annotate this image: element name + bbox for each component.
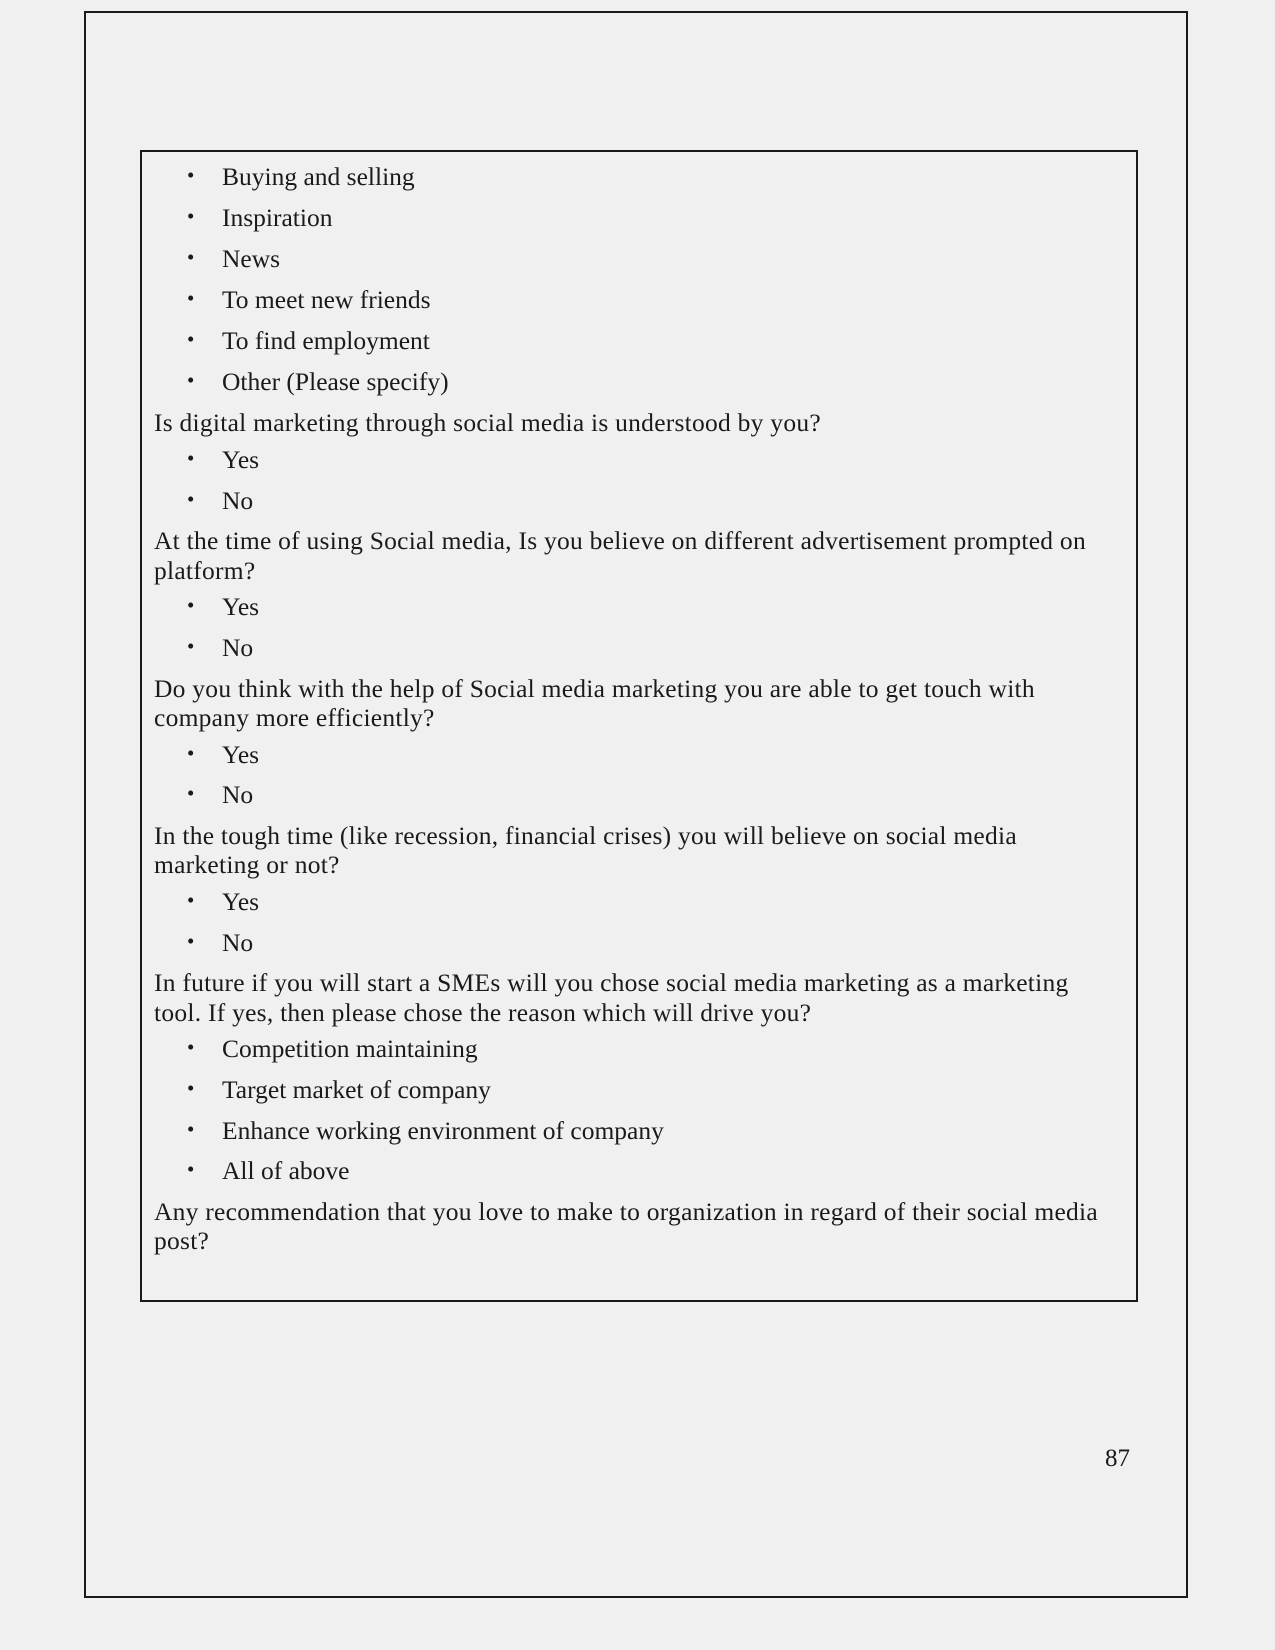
bullet-icon: •: [187, 327, 195, 352]
bullet-icon: •: [187, 1035, 195, 1060]
list-item-label: Yes: [222, 445, 260, 475]
answers-get-touch-with-company: • Yes • No: [152, 740, 1122, 810]
list-item-label: To meet new friends: [222, 285, 431, 315]
list-item[interactable]: • No: [152, 780, 1122, 809]
list-item-label: Competition maintaining: [222, 1034, 478, 1064]
bullet-icon: •: [187, 163, 195, 187]
bullet-icon: •: [187, 888, 195, 913]
list-item[interactable]: • Target market of company: [152, 1075, 1122, 1104]
answers-future-sme-reasons: • Competition maintaining • Target market o…: [152, 1034, 1122, 1185]
bullet-icon: •: [187, 368, 195, 393]
bullet-icon: •: [187, 286, 195, 311]
bullet-icon: •: [187, 593, 195, 618]
bullet-icon: •: [187, 1075, 195, 1100]
bullet-icon: •: [187, 928, 195, 953]
list-item-label: No: [222, 927, 254, 957]
bullet-icon: •: [187, 1116, 195, 1141]
question-any-recommendation: Any recommendation that you love to make…: [154, 1196, 1098, 1255]
list-item[interactable]: • No: [152, 486, 1122, 515]
answers-believe-advertisement: • Yes • No: [152, 592, 1122, 662]
list-item-label: Inspiration: [222, 203, 333, 233]
question-get-touch-with-company: Do you think with the help of Social med…: [154, 673, 1035, 732]
list-item[interactable]: • Yes: [152, 445, 1122, 474]
bullet-icon: •: [187, 204, 195, 229]
page-frame: • Buying and selling • Inspiration • News • To …: [84, 11, 1188, 1598]
list-item[interactable]: • Competition maintaining: [152, 1034, 1122, 1063]
bullet-icon: •: [187, 1157, 195, 1182]
list-item[interactable]: • Other (Please specify): [152, 367, 1122, 396]
list-item[interactable]: • To meet new friends: [152, 285, 1122, 314]
list-item[interactable]: • Yes: [152, 740, 1122, 769]
list-item[interactable]: • Yes: [152, 592, 1122, 621]
list-item-label: All of above: [222, 1156, 350, 1186]
list-item-label: Yes: [222, 887, 260, 917]
list-item[interactable]: • News: [152, 244, 1122, 273]
question-tough-time-belief: In the tough time (like recession, finan…: [154, 820, 1017, 880]
bullet-icon: •: [187, 634, 195, 658]
list-item-label: No: [222, 633, 254, 662]
question-digital-marketing-understood: Is digital marketing through social medi…: [154, 408, 821, 438]
list-item[interactable]: • Inspiration: [152, 203, 1122, 232]
list-item-label: Enhance working environment of company: [222, 1115, 664, 1145]
list-item-label: No: [222, 485, 254, 515]
bullet-icon: •: [187, 446, 195, 471]
list-item[interactable]: • No: [152, 928, 1122, 957]
list-item[interactable]: • No: [152, 633, 1122, 662]
page-number: 87: [1105, 1445, 1130, 1472]
list-item[interactable]: • Buying and selling: [152, 162, 1122, 191]
list-item-label: To find employment: [222, 326, 430, 356]
list-item-label: Target market of company: [222, 1074, 491, 1104]
list-item[interactable]: • To find employment: [152, 326, 1122, 355]
list-item[interactable]: • Yes: [152, 887, 1122, 916]
list-item-label: Buying and selling: [222, 162, 415, 191]
question-future-sme-marketing-tool: In future if you will start a SMEs will …: [154, 968, 1069, 1027]
question-believe-advertisement: At the time of using Social media, Is yo…: [154, 526, 1086, 585]
list-item-label: Yes: [222, 592, 260, 622]
answers-tough-time-belief: • Yes • No: [152, 887, 1122, 957]
bullet-icon: •: [187, 781, 195, 806]
list-item-label: Other (Please specify): [222, 367, 449, 397]
bullet-icon: •: [187, 740, 195, 765]
bullet-icon: •: [187, 486, 195, 511]
answers-digital-marketing-understood: • Yes • No: [152, 445, 1122, 515]
list-item-label: News: [222, 244, 281, 274]
questionnaire-content-box: • Buying and selling • Inspiration • News • To …: [140, 150, 1138, 1302]
list-item[interactable]: • All of above: [152, 1156, 1122, 1185]
list-item[interactable]: • Enhance working environment of company: [152, 1116, 1122, 1145]
list-item-label: Yes: [222, 739, 260, 769]
list-item-label: No: [222, 780, 254, 810]
purpose-of-use-options: • Buying and selling • Inspiration • News • To …: [152, 162, 1122, 396]
bullet-icon: •: [187, 245, 195, 270]
